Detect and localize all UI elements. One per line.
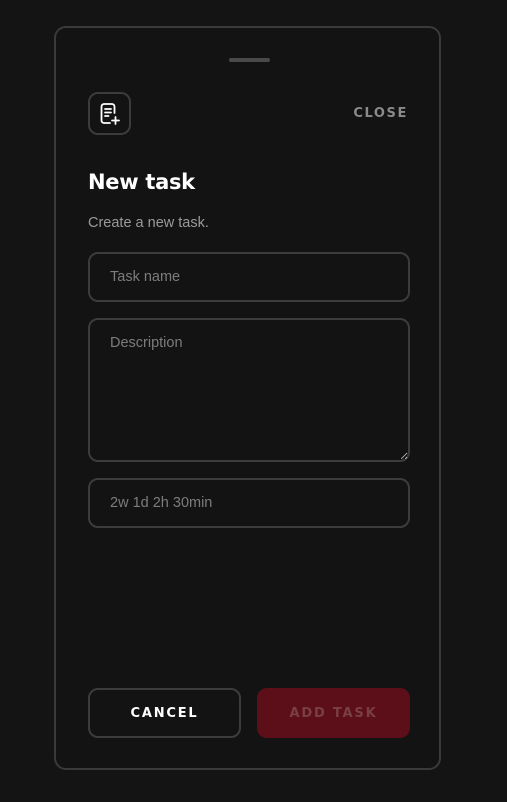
drag-handle[interactable]	[229, 58, 270, 62]
cancel-button[interactable]: CANCEL	[88, 688, 241, 738]
task-add-icon	[88, 92, 131, 135]
task-name-input[interactable]	[88, 252, 410, 302]
dialog-subtitle: Create a new task.	[88, 215, 209, 231]
page-title: New task	[88, 170, 195, 194]
duration-input[interactable]	[88, 478, 410, 528]
new-task-dialog: CLOSE New task Create a new task. CANCEL…	[54, 26, 441, 770]
add-task-button[interactable]: ADD TASK	[257, 688, 410, 738]
close-button[interactable]: CLOSE	[353, 106, 408, 121]
description-textarea[interactable]	[88, 318, 410, 462]
